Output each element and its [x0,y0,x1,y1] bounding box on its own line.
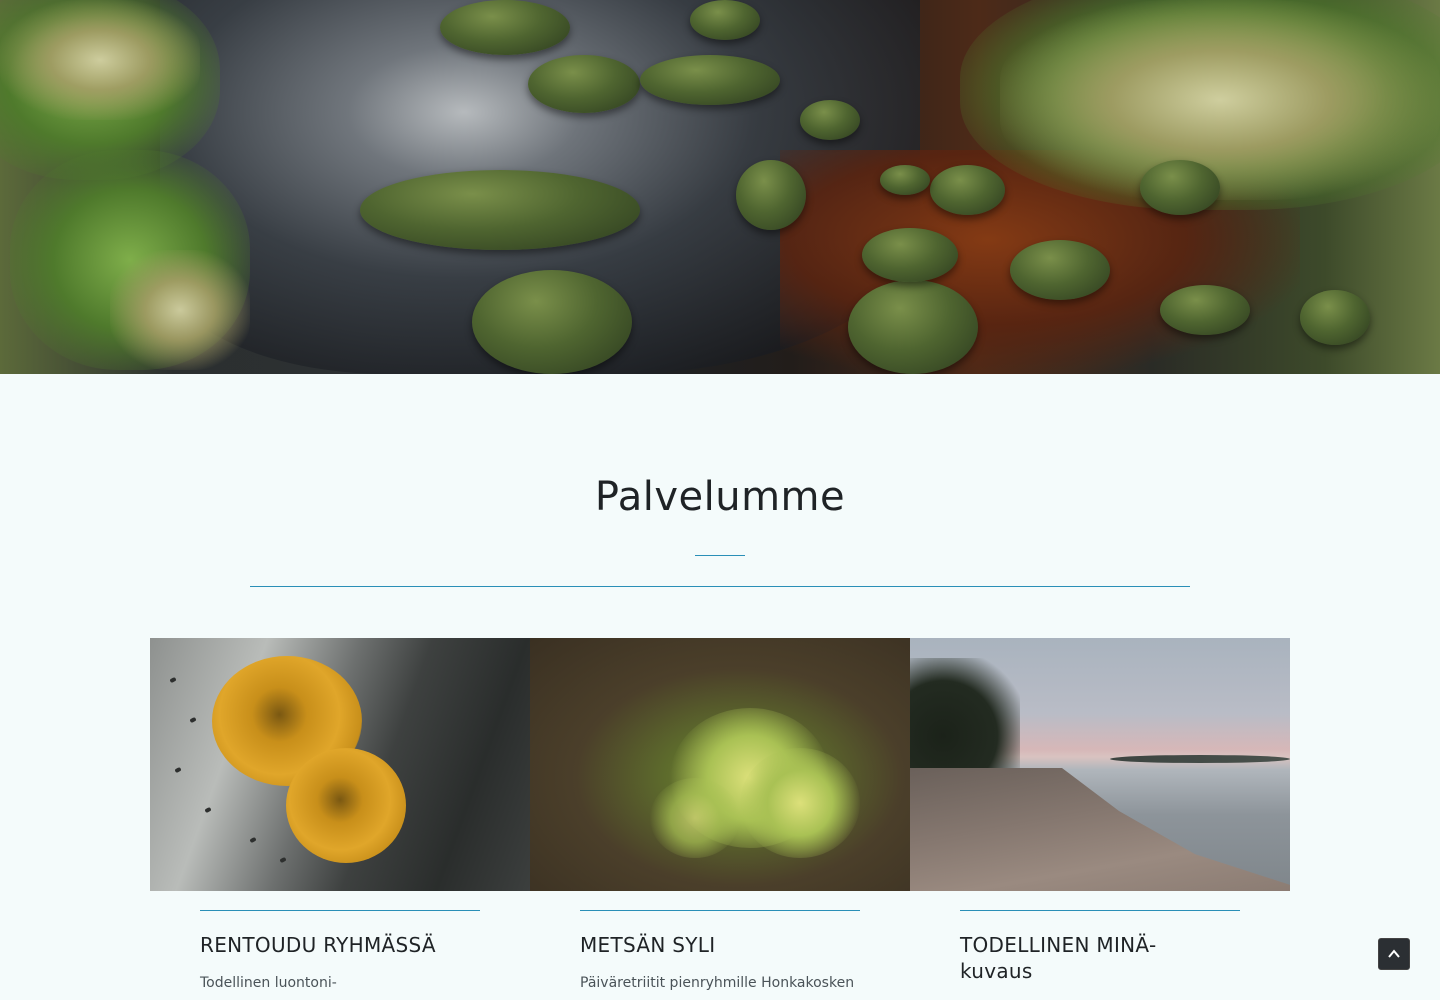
rock [528,55,640,113]
rock [640,55,780,105]
section-title: Palvelumme [594,474,846,520]
lichen [286,748,406,863]
title-underline [695,555,745,556]
pine-sapling-image[interactable] [530,638,910,891]
rock [1300,290,1370,345]
distant-island [1110,755,1290,763]
fern-right [1000,0,1440,200]
rock [848,280,978,374]
rock [440,0,570,55]
bark-mark [174,766,182,774]
card-text: Päiväretriitit pienryhmille Honkakosken [580,975,855,991]
yellow-lichen-image[interactable] [150,638,530,891]
fern-bottom-left [110,250,250,370]
rock [1140,160,1220,215]
hero-image [0,0,1440,374]
sapling [650,778,740,858]
card-title[interactable]: TODELLINEN MINÄ- kuvaus [960,932,1240,984]
bark-mark [189,716,197,724]
rocky-shore [910,768,1290,891]
rock [1010,240,1110,300]
card-rule [200,910,480,911]
rock [930,165,1005,215]
card-title-line: kuvaus [960,959,1033,983]
card-rule [580,910,860,911]
rock [800,100,860,140]
rock [690,0,760,40]
bark-mark [249,836,257,844]
scroll-to-top-button[interactable] [1378,938,1410,970]
services-grid: RENTOUDU RYHMÄSSÄ Todellinen luontoni- M… [150,638,1290,1000]
rock [1160,285,1250,335]
chevron-up-icon [1388,949,1400,958]
bark-mark [279,856,287,864]
rock [880,165,930,195]
card-title[interactable]: RENTOUDU RYHMÄSSÄ [200,932,480,958]
rock [862,228,958,282]
rock [360,170,640,250]
section-divider [250,586,1190,587]
card-title[interactable]: METSÄN SYLI [580,932,860,958]
rock [472,270,632,374]
sapling [740,748,860,858]
service-card[interactable]: RENTOUDU RYHMÄSSÄ Todellinen luontoni- [150,638,530,1000]
bark-mark [204,806,212,814]
service-card[interactable]: METSÄN SYLI Päiväretriitit pienryhmille … [530,638,910,1000]
card-rule [960,910,1240,911]
bark-mark [169,676,177,684]
card-text: Todellinen luontoni- [200,975,337,991]
seashore-sunset-image[interactable] [910,638,1290,891]
card-title-line: TODELLINEN MINÄ- [960,933,1157,957]
fern-top-left [0,0,200,120]
rock [736,160,806,230]
service-card[interactable]: TODELLINEN MINÄ- kuvaus [910,638,1290,1000]
